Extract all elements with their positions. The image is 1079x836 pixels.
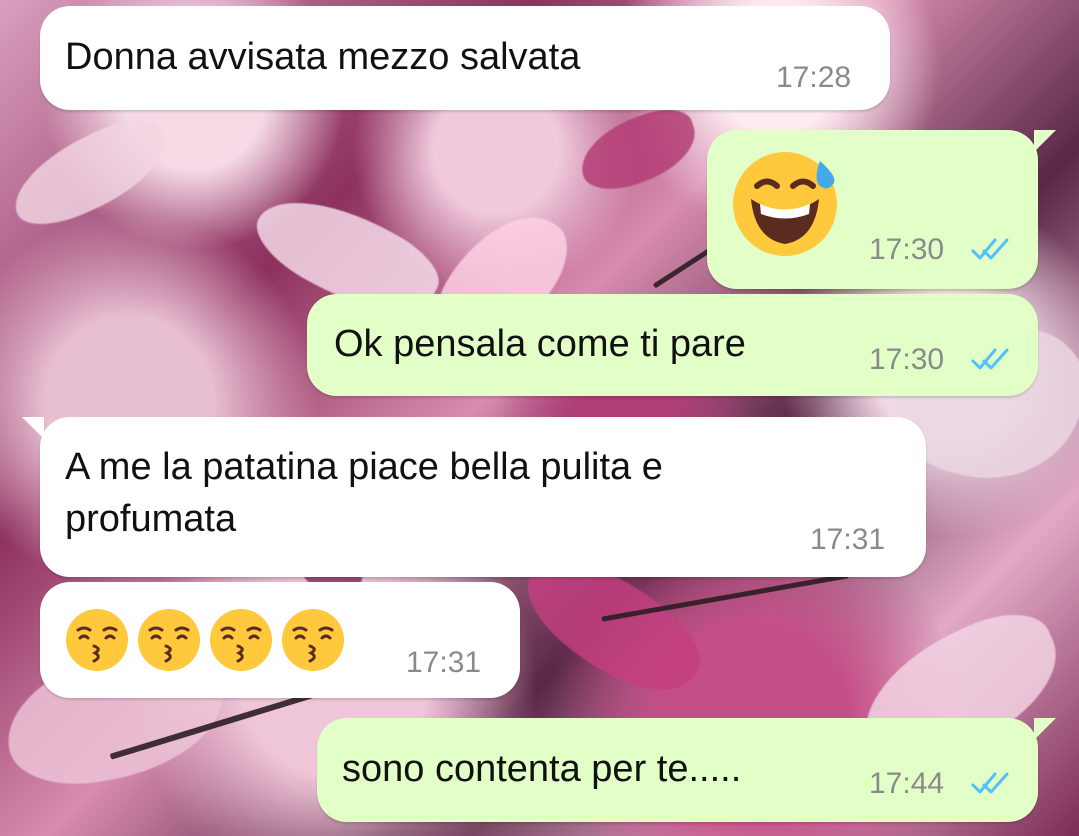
message-time: 17:30	[869, 343, 945, 376]
read-double-check-icon	[971, 348, 1009, 370]
message-bubble-incoming[interactable]: Donna avvisata mezzo salvata 17:28	[40, 6, 890, 110]
message-text-line: A me la patatina piace bella pulita e	[65, 446, 663, 488]
message-bubble-outgoing[interactable]: sono contenta per te..... 17:44	[317, 718, 1056, 822]
message-time: 17:31	[810, 523, 886, 556]
flower-petal	[0, 107, 180, 239]
message-bubble-incoming[interactable]: 17:31	[40, 582, 520, 698]
grinning-face-with-sweat-icon	[733, 152, 837, 256]
message-time: 17:30	[869, 233, 945, 266]
message-text-line: profumata	[65, 498, 237, 540]
kissing-face-with-smiling-eyes-icon	[210, 609, 272, 671]
message-time: 17:31	[406, 646, 482, 679]
message-text: sono contenta per te.....	[342, 748, 742, 790]
message-bubble-incoming[interactable]: A me la patatina piace bella pulita e pr…	[22, 417, 926, 577]
message-text: Ok pensala come ti pare	[334, 323, 746, 365]
message-bubble-outgoing[interactable]: Ok pensala come ti pare 17:30	[307, 294, 1038, 396]
message-time: 17:44	[869, 767, 945, 800]
message-text: Donna avvisata mezzo salvata	[65, 36, 581, 78]
flower-petal	[571, 101, 705, 199]
kissing-face-with-smiling-eyes-icon	[138, 609, 200, 671]
read-double-check-icon	[971, 238, 1009, 260]
read-double-check-icon	[971, 772, 1009, 794]
message-time: 17:28	[776, 61, 852, 94]
message-bubble-outgoing[interactable]: 17:30	[707, 130, 1056, 289]
kissing-face-with-smiling-eyes-icon	[282, 609, 344, 671]
kissing-face-with-smiling-eyes-icon	[66, 609, 128, 671]
